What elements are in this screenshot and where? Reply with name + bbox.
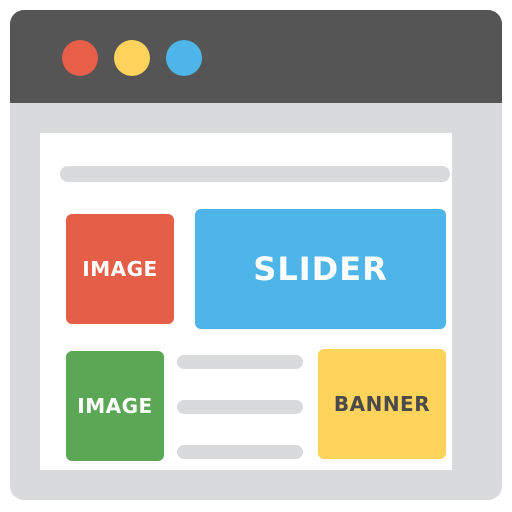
header-bar-placeholder [60, 166, 450, 182]
image-placeholder-top: IMAGE [66, 214, 174, 324]
page-content: IMAGE SLIDER IMAGE BANNER [40, 133, 452, 470]
slider-label: SLIDER [253, 250, 388, 288]
image-label: IMAGE [82, 257, 158, 281]
text-line-placeholder [177, 400, 303, 414]
image-label: IMAGE [77, 394, 153, 418]
minimize-button[interactable] [114, 40, 150, 76]
browser-window: IMAGE SLIDER IMAGE BANNER [10, 10, 502, 500]
close-button[interactable] [62, 40, 98, 76]
slider-placeholder: SLIDER [195, 209, 446, 329]
text-line-placeholder [177, 355, 303, 369]
text-line-placeholder [177, 445, 303, 459]
image-placeholder-bottom: IMAGE [66, 351, 164, 461]
maximize-button[interactable] [166, 40, 202, 76]
banner-label: BANNER [333, 392, 431, 416]
title-bar [10, 10, 502, 103]
banner-placeholder: BANNER [318, 349, 446, 459]
